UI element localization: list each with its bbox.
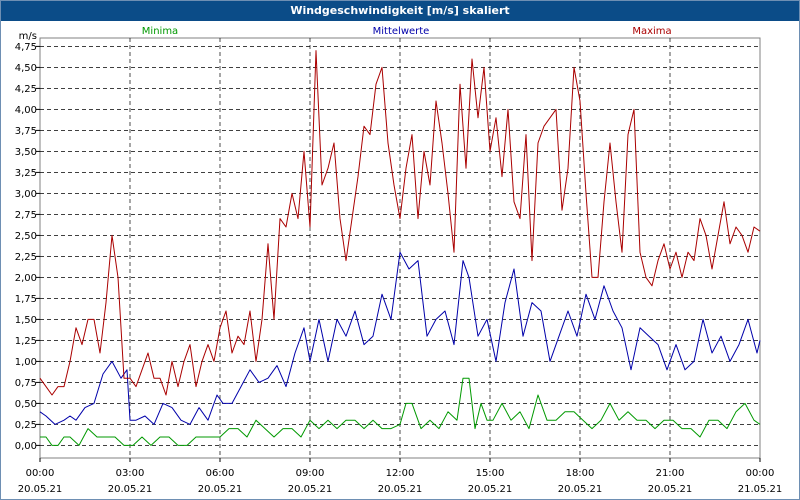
y-tick-label: 3,00	[15, 189, 37, 200]
x-tick-date: 20.05.21	[648, 484, 693, 495]
x-tick-time: 03:00	[116, 468, 145, 479]
x-tick-time: 15:00	[476, 468, 505, 479]
y-tick-label: 1,75	[15, 294, 37, 305]
y-tick-label: 0,00	[15, 441, 37, 452]
y-tick-label: 2,00	[15, 273, 37, 284]
x-tick-time: 09:00	[296, 468, 325, 479]
x-tick-time: 00:00	[26, 468, 55, 479]
x-tick-time: 18:00	[566, 468, 595, 479]
x-tick-date: 20.05.21	[18, 484, 63, 495]
legend-maxima: Maxima	[632, 26, 671, 37]
y-tick-label: 3,75	[15, 126, 37, 137]
x-tick-date: 21.05.21	[738, 484, 783, 495]
x-tick-time: 00:00	[746, 468, 775, 479]
x-tick-date: 20.05.21	[198, 484, 243, 495]
y-tick-label: 1,00	[15, 357, 37, 368]
x-tick-time: 21:00	[656, 468, 685, 479]
y-tick-label: 1,25	[15, 336, 37, 347]
y-tick-label: 4,75	[15, 42, 37, 53]
x-tick-date: 20.05.21	[108, 484, 153, 495]
y-tick-label: 0,75	[15, 378, 37, 389]
chart: 0,00 0,25 0,50 0,75 1,00 1,25 1,50 1,75 2,00 2,25…	[15, 26, 783, 495]
x-tick-date: 20.05.21	[288, 484, 333, 495]
y-tick-label: 4,00	[15, 105, 37, 116]
y-tick-label: 0,25	[15, 420, 37, 431]
x-tick-time: 06:00	[206, 468, 235, 479]
y-tick-label: 4,25	[15, 84, 37, 95]
y-tick-label: 3,25	[15, 168, 37, 179]
legend-mittelwerte: Mittelwerte	[373, 26, 430, 37]
y-tick-label: 0,50	[15, 399, 37, 410]
x-tick-date: 20.05.21	[468, 484, 513, 495]
y-tick-label: 3,50	[15, 147, 37, 158]
y-tick-label: 2,75	[15, 210, 37, 221]
y-tick-label: 2,50	[15, 231, 37, 242]
x-tick-date: 20.05.21	[558, 484, 603, 495]
x-tick-time: 12:00	[386, 468, 415, 479]
y-tick-label: 4,50	[15, 63, 37, 74]
legend-minima: Minima	[142, 26, 178, 37]
y-axis-label: m/s	[19, 31, 37, 42]
y-tick-label: 1,50	[15, 315, 37, 326]
y-tick-label: 2,25	[15, 252, 37, 263]
x-tick-date: 20.05.21	[378, 484, 423, 495]
